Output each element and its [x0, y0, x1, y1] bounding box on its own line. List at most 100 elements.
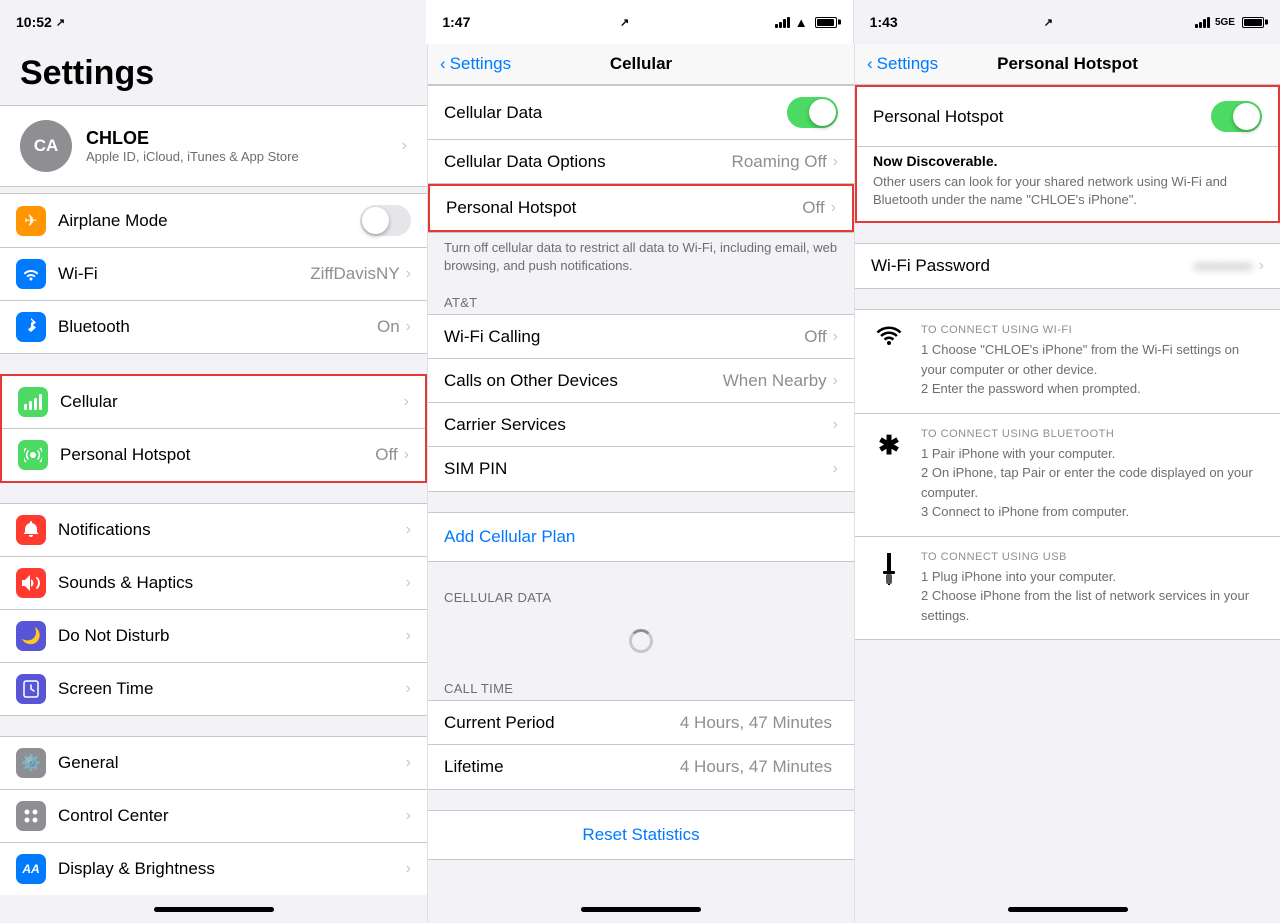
connect-wifi-row: TO CONNECT USING WI-FI 1 Choose "CHLOE's… — [855, 310, 1280, 414]
home-bar-container — [0, 895, 1280, 923]
carrier-services-chevron: › — [833, 416, 838, 434]
add-plan-row[interactable]: Add Cellular Plan — [428, 512, 854, 562]
att-section: Wi-Fi Calling Off › Calls on Other Devic… — [428, 314, 854, 492]
home-indicator-3[interactable] — [1008, 907, 1128, 912]
general-chevron: › — [406, 754, 411, 772]
connect-bluetooth-step3: 3 Connect to iPhone from computer. — [921, 502, 1264, 522]
airplane-toggle[interactable] — [360, 205, 411, 236]
notifications-row[interactable]: Notifications › — [0, 504, 427, 557]
cellular-back-button[interactable]: ‹ Settings — [440, 54, 511, 74]
general-row[interactable]: ⚙️ General › — [0, 737, 427, 790]
dnd-icon: 🌙 — [16, 621, 46, 651]
profile-row[interactable]: CA CHLOE Apple ID, iCloud, iTunes & App … — [0, 105, 427, 187]
general-section: ⚙️ General › Control Center › — [0, 736, 427, 895]
avatar: CA — [20, 120, 72, 172]
wifi-calling-row[interactable]: Wi-Fi Calling Off › — [428, 315, 854, 359]
dnd-chevron: › — [406, 627, 411, 645]
sim-pin-label: SIM PIN — [444, 459, 833, 479]
bluetooth-icon — [16, 312, 46, 342]
add-plan-label: Add Cellular Plan — [444, 527, 575, 546]
back-chevron: ‹ — [440, 54, 446, 74]
hotspot-panel: ‹ Settings Personal Hotspot Personal Hot… — [854, 44, 1280, 895]
hotspot-settings-icon — [18, 440, 48, 470]
carrier-services-row[interactable]: Carrier Services › — [428, 403, 854, 447]
reset-statistics-label: Reset Statistics — [582, 825, 699, 844]
profile-chevron: › — [402, 137, 407, 155]
connect-bluetooth-row: ✱ TO CONNECT USING BLUETOOTH 1 Pair iPho… — [855, 414, 1280, 537]
display-chevron: › — [406, 860, 411, 878]
calls-other-devices-row[interactable]: Calls on Other Devices When Nearby › — [428, 359, 854, 403]
cellular-data-row[interactable]: Cellular Data — [428, 86, 854, 140]
connect-bluetooth-icon: ✱ — [871, 428, 907, 461]
wifi-password-value: •••••••••••• — [1194, 258, 1253, 274]
connect-wifi-icon — [871, 324, 907, 348]
lifetime-value: 4 Hours, 47 Minutes — [680, 757, 832, 777]
wifi-chevron: › — [406, 265, 411, 283]
display-icon: AA — [16, 854, 46, 884]
connect-usb-step1: 1 Plug iPhone into your computer. — [921, 567, 1264, 587]
hotspot-highlight-row: Personal Hotspot Off › — [428, 184, 854, 232]
hotspot-toggle[interactable] — [1211, 101, 1262, 132]
sounds-row[interactable]: Sounds & Haptics › — [0, 557, 427, 610]
bluetooth-row[interactable]: Bluetooth On › — [0, 301, 427, 353]
hotspot-nav-title: Personal Hotspot — [997, 54, 1138, 74]
cellular-data-options-label: Cellular Data Options — [444, 152, 732, 172]
cellular-hotspot-value: Off — [802, 198, 824, 218]
wifi-password-row[interactable]: Wi-Fi Password •••••••••••• › — [855, 243, 1280, 289]
personal-hotspot-row[interactable]: Personal Hotspot Off › — [2, 429, 425, 481]
5g-icon: 5GE — [1215, 17, 1235, 28]
location-icon-1: ↗ — [56, 16, 65, 29]
cellular-top-section: Cellular Data Cellular Data Options Roam… — [428, 85, 854, 233]
home-indicator-1[interactable] — [154, 907, 274, 912]
cellular-data-options-chevron: › — [833, 153, 838, 171]
call-time-section: Current Period 4 Hours, 47 Minutes Lifet… — [428, 700, 854, 790]
connect-bluetooth-step2: 2 On iPhone, tap Pair or enter the code … — [921, 463, 1264, 502]
sim-pin-row[interactable]: SIM PIN › — [428, 447, 854, 491]
hotspot-back-button[interactable]: ‹ Settings — [867, 54, 938, 74]
add-plan-section: Add Cellular Plan — [428, 512, 854, 562]
connect-instructions: TO CONNECT USING WI-FI 1 Choose "CHLOE's… — [855, 309, 1280, 640]
cellular-row[interactable]: Cellular › — [2, 376, 425, 429]
general-label: General — [58, 753, 406, 773]
wifi-row[interactable]: Wi-Fi ZiffDavisNY › — [0, 248, 427, 301]
notifications-icon — [16, 515, 46, 545]
notifications-chevron: › — [406, 521, 411, 539]
wifi-password-chevron: › — [1259, 257, 1264, 275]
cellular-data-loading — [428, 609, 854, 673]
cellular-icon — [18, 387, 48, 417]
control-center-row[interactable]: Control Center › — [0, 790, 427, 843]
connect-wifi-step1: 1 Choose "CHLOE's iPhone" from the Wi-Fi… — [921, 340, 1264, 379]
wifi-password-label: Wi-Fi Password — [871, 256, 1194, 276]
screen-time-icon — [16, 674, 46, 704]
connect-wifi-title: TO CONNECT USING WI-FI — [921, 324, 1264, 336]
lifetime-row: Lifetime 4 Hours, 47 Minutes — [428, 745, 854, 789]
personal-hotspot-settings-value: Off — [375, 445, 397, 465]
display-label: Display & Brightness — [58, 859, 406, 879]
dnd-row[interactable]: 🌙 Do Not Disturb › — [0, 610, 427, 663]
hotspot-discoverable: Now Discoverable. — [857, 147, 1278, 173]
current-period-value: 4 Hours, 47 Minutes — [680, 713, 832, 733]
reset-statistics-row[interactable]: Reset Statistics — [428, 810, 854, 860]
wifi-status-icon: ▲ — [795, 15, 808, 30]
airplane-mode-row[interactable]: ✈ Airplane Mode — [0, 194, 427, 248]
control-center-icon — [16, 801, 46, 831]
dnd-label: Do Not Disturb — [58, 626, 406, 646]
hotspot-toggle-row[interactable]: Personal Hotspot — [857, 87, 1278, 147]
connect-usb-step2: 2 Choose iPhone from the list of network… — [921, 586, 1264, 625]
connect-usb-title: TO CONNECT USING USB — [921, 551, 1264, 563]
location-icon-2: ↗ — [620, 16, 629, 29]
sounds-icon — [16, 568, 46, 598]
cellular-data-options-row[interactable]: Cellular Data Options Roaming Off › — [428, 140, 854, 184]
loading-spinner — [629, 629, 653, 653]
screen-time-label: Screen Time — [58, 679, 406, 699]
home-indicator-2[interactable] — [581, 907, 701, 912]
cellular-data-toggle[interactable] — [787, 97, 838, 128]
sounds-label: Sounds & Haptics — [58, 573, 406, 593]
cellular-hotspot-row[interactable]: Personal Hotspot Off › — [430, 186, 852, 230]
display-brightness-row[interactable]: AA Display & Brightness › — [0, 843, 427, 895]
bluetooth-value: On — [377, 317, 400, 337]
screen-time-row[interactable]: Screen Time › — [0, 663, 427, 715]
hotspot-main-label: Personal Hotspot — [873, 107, 1211, 127]
cellular-panel: ‹ Settings Cellular Cellular Data Cellul… — [427, 44, 854, 895]
screen-time-chevron: › — [406, 680, 411, 698]
